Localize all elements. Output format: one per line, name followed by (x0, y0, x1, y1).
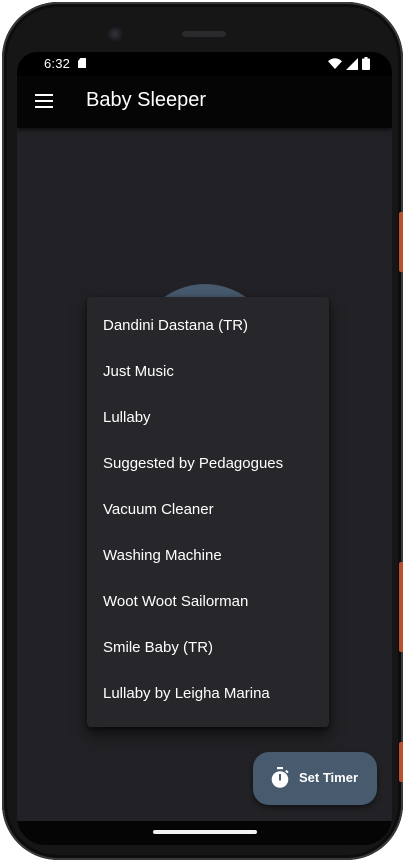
menu-item-suggested-by-pedagogues[interactable]: Suggested by Pedagogues (87, 441, 329, 487)
signal-icon (346, 57, 358, 70)
hamburger-menu-icon[interactable] (35, 94, 53, 108)
wifi-icon (328, 57, 342, 69)
battery-icon (362, 57, 370, 70)
sd-card-icon (78, 58, 86, 68)
menu-item-just-music[interactable]: Just Music (87, 349, 329, 395)
volume-button (399, 562, 403, 652)
phone-frame: 6:32 Baby Sleeper Dandini Dastana (TR) J… (2, 2, 403, 860)
menu-item-washing-machine[interactable]: Washing Machine (87, 533, 329, 579)
earpiece-speaker (182, 31, 226, 37)
side-button-lower (399, 742, 403, 782)
status-icons (328, 57, 370, 70)
set-timer-label: Set Timer (299, 770, 359, 785)
home-gesture-handle[interactable] (153, 830, 257, 834)
menu-item-smile-baby[interactable]: Smile Baby (TR) (87, 625, 329, 671)
stopwatch-icon (271, 767, 289, 788)
app-bar: Baby Sleeper (17, 76, 392, 128)
power-button (399, 212, 403, 272)
menu-item-vacuum-cleaner[interactable]: Vacuum Cleaner (87, 487, 329, 533)
menu-item-woot-woot-sailorman[interactable]: Woot Woot Sailorman (87, 579, 329, 625)
navigation-bar (17, 821, 392, 845)
status-bar: 6:32 (17, 52, 392, 76)
menu-item-dandini-dastana[interactable]: Dandini Dastana (TR) (87, 303, 329, 349)
status-time: 6:32 (44, 56, 71, 71)
app-title: Baby Sleeper (86, 89, 207, 111)
app-screen: 6:32 Baby Sleeper Dandini Dastana (TR) J… (17, 52, 392, 845)
menu-item-lullaby[interactable]: Lullaby (87, 395, 329, 441)
sound-selection-menu: Dandini Dastana (TR) Just Music Lullaby … (87, 297, 329, 727)
front-camera (106, 25, 124, 43)
menu-item-lullaby-by-leigha-marina[interactable]: Lullaby by Leigha Marina (87, 671, 329, 717)
set-timer-button[interactable]: Set Timer (253, 752, 377, 805)
